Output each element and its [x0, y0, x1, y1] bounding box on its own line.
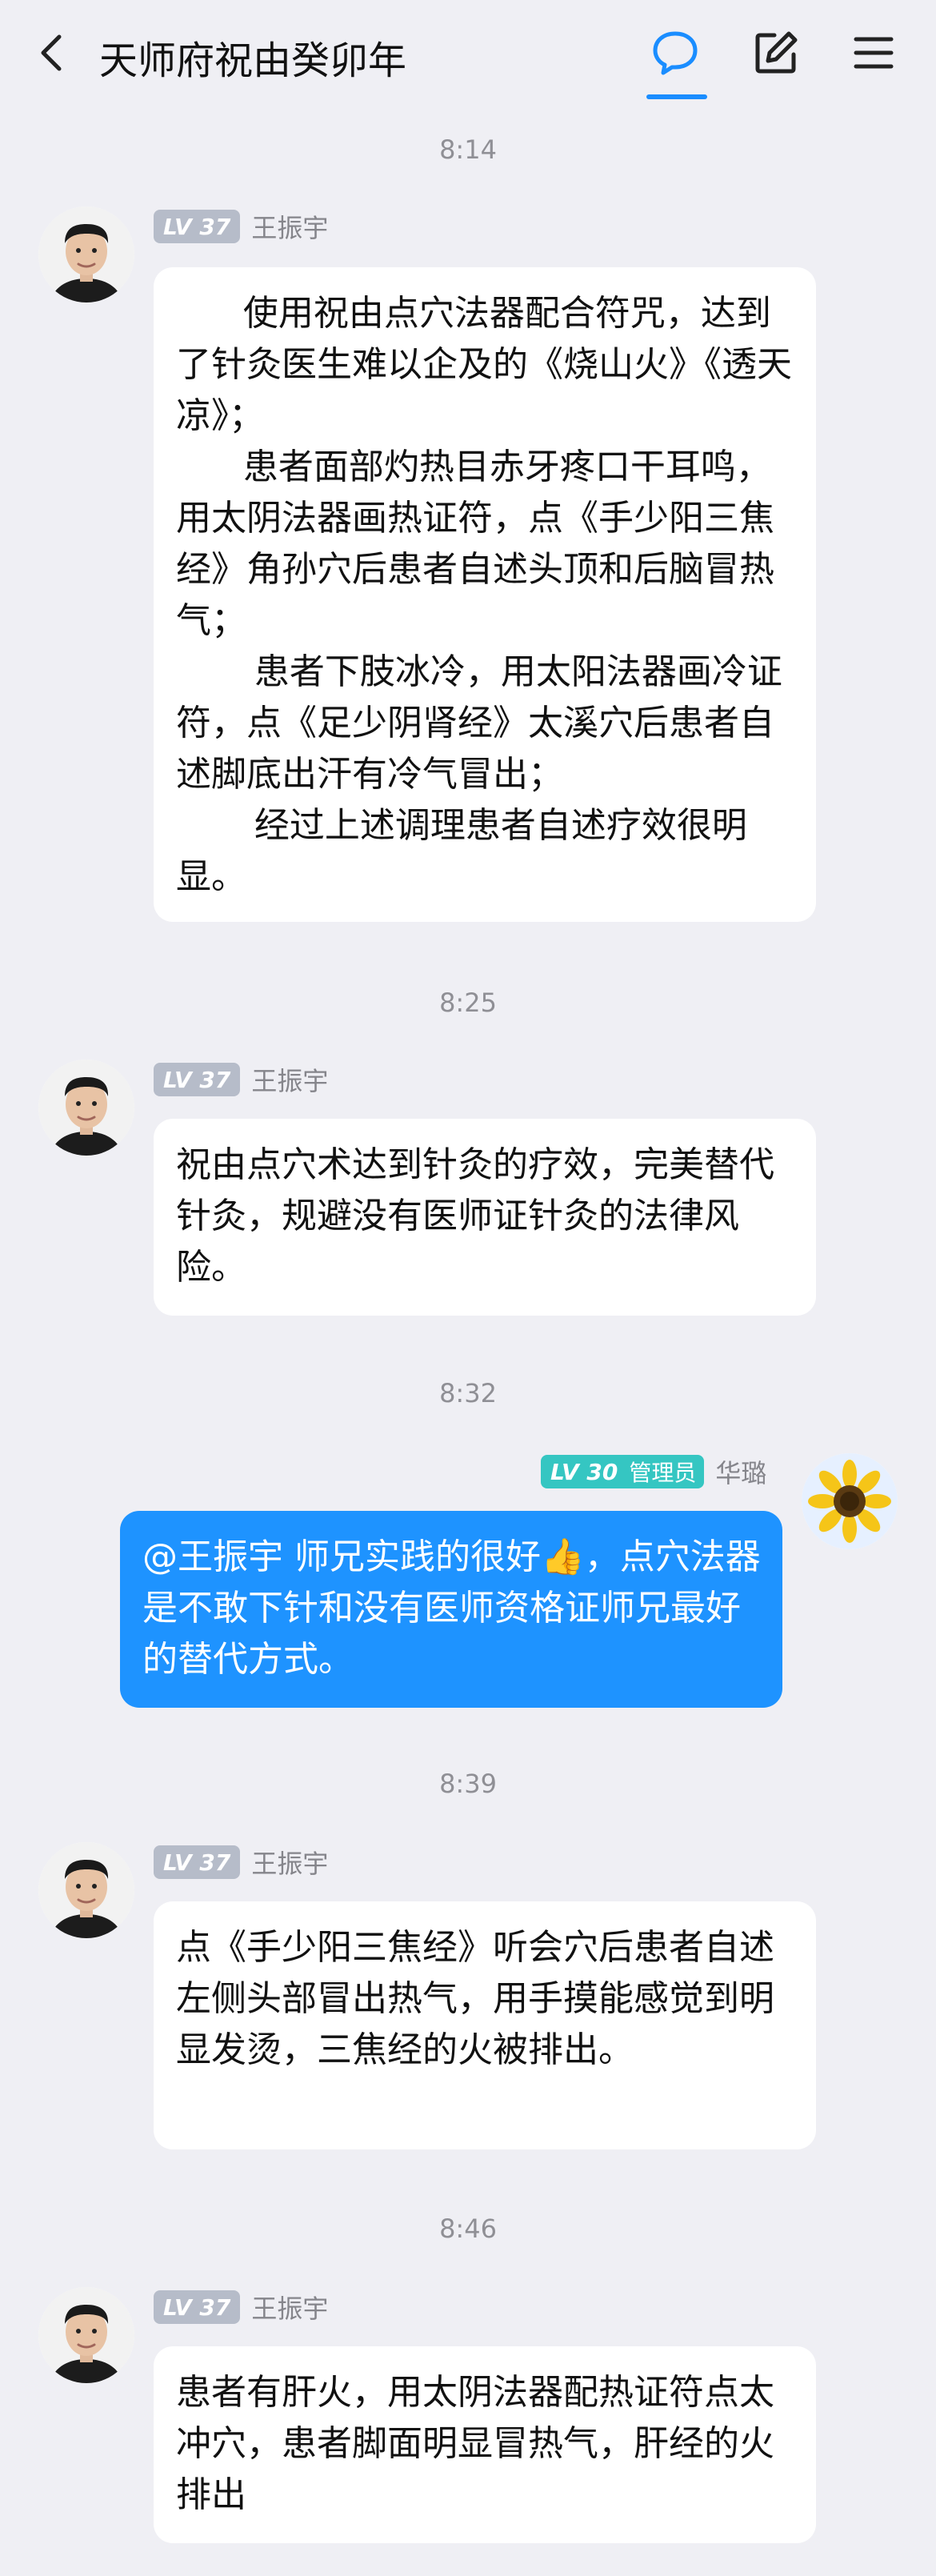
avatar[interactable] [38, 1060, 134, 1156]
message-timestamp: 8:32 [439, 1378, 497, 1408]
level-badge: LV 37 [154, 1063, 241, 1096]
sender-meta: LV 37 王振宇 [154, 208, 328, 245]
message-bubble[interactable]: 祝由点穴术达到针灸的疗效，完美替代针灸，规避没有医师证针灸的法律风险。 [154, 1119, 816, 1316]
sender-meta: LV 37 王振宇 [154, 1061, 328, 1098]
active-tab-indicator [646, 94, 707, 99]
sender-meta: LV 37 王振宇 [154, 1844, 328, 1881]
message-timestamp: 8:14 [439, 134, 497, 165]
avatar[interactable] [38, 2287, 134, 2383]
avatar[interactable] [38, 206, 134, 302]
message-bubble[interactable]: 患者有肝火，用太阴法器配热证符点太冲穴，患者脚面明显冒热气，肝经的火排出 [154, 2346, 816, 2543]
edit-icon[interactable] [750, 27, 802, 78]
message-timestamp: 8:25 [439, 988, 497, 1018]
message-timestamp: 8:46 [439, 2213, 497, 2244]
level-badge: LV 37 [154, 2290, 241, 2324]
level-badge: LV 30 [541, 1455, 628, 1488]
sender-name[interactable]: 王振宇 [251, 2289, 328, 2326]
admin-badge: 管理员 [621, 1455, 705, 1488]
message-bubble[interactable]: @王振宇 师兄实践的很好👍，点穴法器是不敢下针和没有医师资格证师兄最好的替代方式… [120, 1511, 782, 1708]
man-portrait-icon [38, 1842, 134, 1938]
sender-meta: LV 37 王振宇 [154, 2289, 328, 2326]
message-bubble[interactable]: 点《手少阳三焦经》听会穴后患者自述左侧头部冒出热气，用手摸能感觉到明显发烫，三焦… [154, 1901, 816, 2149]
chat-title: 天师府祝由癸卯年 [99, 38, 407, 83]
chat-header: 天师府祝由癸卯年 [0, 0, 936, 112]
hamburger-menu-icon[interactable] [848, 27, 899, 78]
level-badge: LV 37 [154, 1845, 241, 1879]
sender-meta: LV 30 管理员 华璐 [541, 1453, 766, 1490]
back-arrow-icon[interactable] [30, 30, 75, 75]
man-portrait-icon [38, 1060, 134, 1156]
sunflower-icon [802, 1453, 898, 1549]
chat-bubble-icon[interactable] [650, 27, 701, 78]
sender-name[interactable]: 王振宇 [251, 208, 328, 245]
avatar[interactable] [38, 1842, 134, 1938]
man-portrait-icon [38, 206, 134, 302]
sender-name[interactable]: 华璐 [715, 1453, 766, 1490]
level-badge: LV 37 [154, 210, 241, 243]
avatar[interactable] [802, 1453, 898, 1549]
sender-name[interactable]: 王振宇 [251, 1061, 328, 1098]
sender-name[interactable]: 王振宇 [251, 1844, 328, 1881]
message-bubble[interactable]: 使用祝由点穴法器配合符咒，达到了针灸医生难以企及的《烧山火》《透天凉》； 患者面… [154, 267, 816, 922]
man-portrait-icon [38, 2287, 134, 2383]
message-timestamp: 8:39 [439, 1769, 497, 1799]
